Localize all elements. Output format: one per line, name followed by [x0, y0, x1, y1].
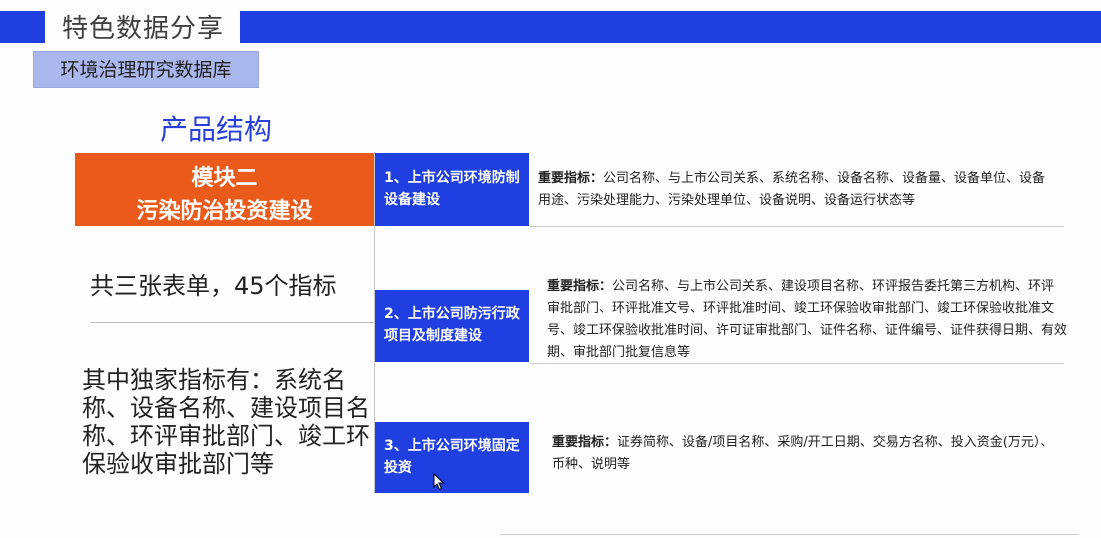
subtitle-box: 环境治理研究数据库 [33, 51, 259, 88]
table-1-box: 1、上市公司环境防制设备建设 [375, 153, 529, 226]
table-2-name: 2、上市公司防污行政项目及制度建设 [384, 306, 520, 344]
subtitle: 环境治理研究数据库 [60, 59, 232, 81]
table-1-name: 1、上市公司环境防制设备建设 [384, 170, 520, 208]
table-3-box: 3、上市公司环境固定投资 [375, 422, 529, 493]
separator-1 [530, 226, 1064, 227]
table-2-desc-text: 公司名称、与上市公司关系、建设项目名称、环评报告委托第三方机构、环评审批部门、环… [547, 279, 1068, 360]
table-2-description: 重要指标：公司名称、与上市公司关系、建设项目名称、环评报告委托第三方机构、环评审… [547, 276, 1067, 364]
table-1-desc-text: 公司名称、与上市公司关系、系统名称、设备名称、设备量、设备单位、设备用途、污染处… [538, 171, 1046, 208]
exclusive-indicators-text: 其中独家指标有：系统名称、设备名称、建设项目名称、环评审批部门、竣工环保验收审批… [82, 366, 370, 478]
table-2-box: 2、上市公司防污行政项目及制度建设 [375, 290, 529, 362]
mouse-pointer-icon [433, 473, 445, 491]
table-3-name: 3、上市公司环境固定投资 [384, 438, 520, 476]
summary-text: 共三张表单，45个指标 [90, 272, 337, 300]
table-1-description: 重要指标：公司名称、与上市公司关系、系统名称、设备名称、设备量、设备单位、设备用… [538, 168, 1058, 212]
module-box: 模块二 污染防治投资建设 [75, 153, 374, 226]
table-3-description: 重要指标：证券简称、设备/项目名称、采购/开工日期、交易方名称、投入资金(万元）… [552, 432, 1057, 476]
separator-3 [500, 534, 1079, 535]
module-number: 模块二 [191, 166, 258, 191]
table-2-desc-label: 重要指标： [547, 279, 613, 294]
left-divider [90, 322, 374, 323]
section-title: 产品结构 [160, 113, 273, 146]
header-accent-block [0, 11, 45, 43]
header-bar [240, 11, 1101, 43]
page-title: 特色数据分享 [62, 14, 225, 44]
separator-2 [530, 363, 1064, 364]
table-3-desc-label: 重要指标： [552, 435, 618, 450]
table-1-desc-label: 重要指标： [538, 171, 604, 186]
module-name: 污染防治投资建设 [136, 199, 313, 224]
table-3-desc-text: 证券简称、设备/项目名称、采购/开工日期、交易方名称、投入资金(万元）、币种、说… [552, 435, 1054, 472]
